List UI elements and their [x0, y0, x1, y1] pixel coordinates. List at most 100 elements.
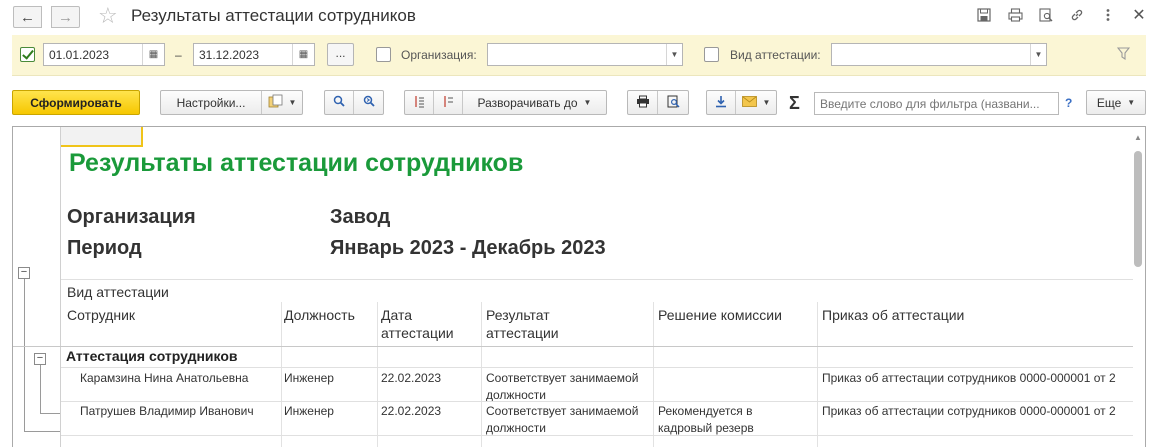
column-header-decision: Решение комиссии — [658, 306, 782, 324]
expand-to-dropdown[interactable]: Разворачивать до ▼ — [463, 91, 606, 114]
download-icon — [715, 95, 727, 111]
settings-button[interactable]: Настройки... — [161, 91, 262, 114]
report-window: ← → ☆ Результаты аттестации сотрудников … — [0, 0, 1162, 447]
print-icon[interactable] — [1006, 6, 1024, 24]
attestation-type-label: Вид аттестации: — [730, 48, 821, 62]
tree-line — [40, 365, 41, 413]
organization-meta-value: Завод — [330, 206, 391, 228]
tree-line — [40, 413, 60, 414]
arrow-right-icon: → — [58, 8, 73, 26]
more-label: Еще — [1096, 95, 1122, 110]
column-header-line: Должность — [284, 307, 355, 323]
find-next-button[interactable] — [354, 91, 383, 114]
chevron-down-icon: ▼ — [288, 98, 297, 107]
generate-button[interactable]: Сформировать — [12, 90, 140, 115]
collapse-rows-icon — [413, 95, 425, 111]
cell-position: Инженер — [284, 371, 334, 385]
find-next-icon — [363, 95, 375, 110]
column-header-result: Результат аттестации — [486, 306, 559, 342]
period-meta-value: Январь 2023 - Декабрь 2023 — [330, 237, 606, 259]
search-input[interactable] — [814, 92, 1059, 115]
column-header-line: Результат — [486, 307, 550, 323]
column-header-line: Приказ об аттестации — [822, 307, 965, 323]
link-icon[interactable] — [1068, 6, 1086, 24]
arrow-left-icon: ← — [20, 8, 35, 26]
favorite-star-icon[interactable]: ☆ — [98, 3, 118, 29]
report-title: Результаты аттестации сотрудников — [69, 149, 524, 177]
close-icon[interactable]: ✕ — [1130, 6, 1148, 24]
variants-icon — [268, 94, 283, 111]
search-button-group — [324, 90, 384, 115]
printer-icon — [636, 95, 650, 111]
collapse-toggle-icon[interactable]: − — [18, 267, 30, 279]
attestation-type-checkbox[interactable] — [704, 47, 719, 62]
report-spreadsheet[interactable]: Результаты аттестации сотрудников Органи… — [12, 126, 1146, 447]
period-checkbox[interactable] — [20, 47, 35, 62]
organization-checkbox[interactable] — [376, 47, 391, 62]
window-title: Результаты аттестации сотрудников — [131, 6, 416, 25]
export-button-group: ▼ — [706, 90, 777, 115]
back-button[interactable]: ← — [13, 6, 42, 28]
column-header-line: аттестации — [381, 325, 454, 341]
scroll-up-icon[interactable]: ▲ — [1134, 133, 1142, 142]
expand-groups-button[interactable] — [434, 91, 463, 114]
calendar-icon[interactable]: ▦ — [142, 44, 164, 65]
organization-select[interactable]: ▼ — [487, 43, 683, 66]
grouping-gutter — [13, 127, 61, 447]
more-button[interactable]: Еще ▼ — [1086, 90, 1146, 115]
cell-employee: Патрушев Владимир Иванович — [80, 404, 254, 418]
send-email-button[interactable]: ▼ — [736, 91, 776, 114]
row-divider — [61, 401, 1133, 402]
tree-line — [24, 279, 25, 431]
column-divider — [817, 302, 818, 447]
column-divider — [281, 302, 282, 447]
date-from-value: 01.01.2023 — [49, 47, 110, 62]
column-header-line: Сотрудник — [67, 307, 136, 323]
title-bar: ← → ☆ Результаты аттестации сотрудников … — [0, 0, 1162, 33]
organization-meta-label: Организация — [67, 206, 196, 228]
chevron-down-icon[interactable]: ▼ — [666, 44, 682, 65]
envelope-icon — [741, 95, 757, 110]
settings-label: Настройки... — [176, 95, 246, 110]
print-button-group — [627, 90, 689, 115]
cell-line: Рекомендуется в — [658, 404, 753, 418]
sum-icon[interactable]: Σ — [789, 93, 800, 114]
preview-button[interactable] — [658, 91, 688, 114]
column-header-employee: Сотрудник — [67, 306, 135, 324]
chevron-down-icon[interactable]: ▼ — [1030, 44, 1046, 65]
column-header-date: Дата аттестации — [381, 306, 454, 342]
organization-label: Организация: — [401, 48, 477, 62]
collapse-groups-button[interactable] — [405, 91, 434, 114]
attestation-type-select[interactable]: ▼ — [831, 43, 1047, 66]
find-button[interactable] — [325, 91, 354, 114]
collapse-toggle-icon[interactable]: − — [34, 353, 46, 365]
filter-funnel-icon[interactable] — [1116, 47, 1131, 61]
vertical-scrollbar[interactable]: ▲ — [1134, 133, 1142, 447]
save-to-file-button[interactable] — [707, 91, 736, 114]
save-icon[interactable] — [975, 6, 993, 24]
magnifier-icon — [333, 95, 345, 110]
preview-icon[interactable] — [1037, 6, 1055, 24]
column-header-line: Решение комиссии — [658, 307, 782, 323]
cell-order: Приказ об аттестации сотрудников 0000-00… — [822, 371, 1116, 385]
date-from-field[interactable]: 01.01.2023 ▦ — [43, 43, 165, 66]
row-divider — [61, 367, 1133, 368]
cell-position: Инженер — [284, 404, 334, 418]
column-header-line: Дата — [381, 307, 413, 323]
expand-to-label: Разворачивать до — [477, 95, 578, 110]
cell-decision: Рекомендуется в кадровый резерв — [658, 403, 754, 437]
period-select-button[interactable]: ... — [327, 43, 354, 66]
variants-dropdown-button[interactable]: ▼ — [262, 91, 302, 114]
command-bar: Сформировать Настройки... ▼ Разворачиват… — [0, 88, 1162, 118]
calendar-icon[interactable]: ▦ — [292, 44, 314, 65]
window-actions: ✕ — [975, 6, 1148, 24]
cell-result: Соответствует занимаемой должности — [486, 403, 638, 437]
more-vertical-icon[interactable] — [1099, 6, 1117, 24]
forward-button[interactable]: → — [51, 6, 80, 28]
cell-line: Соответствует занимаемой — [486, 371, 639, 385]
scrollbar-thumb[interactable] — [1134, 151, 1142, 267]
date-to-field[interactable]: 31.12.2023 ▦ — [193, 43, 315, 66]
print-button[interactable] — [628, 91, 658, 114]
help-icon[interactable]: ? — [1065, 96, 1072, 110]
header-bottom-border — [13, 346, 1133, 347]
